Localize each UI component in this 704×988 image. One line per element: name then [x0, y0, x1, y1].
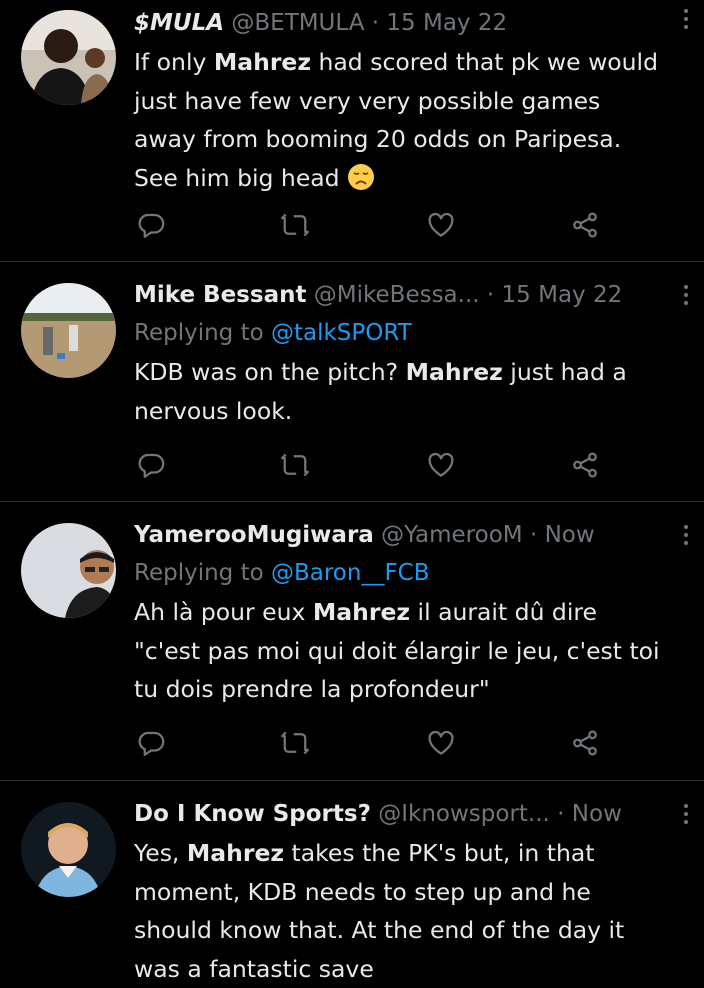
timestamp[interactable]: 15 May 22 [386, 10, 507, 36]
share-icon[interactable] [570, 450, 602, 482]
tweet-text: KDB was on the pitch? Mahrez just had a … [134, 353, 664, 430]
separator-dot: · [557, 801, 565, 827]
more-icon[interactable] [682, 282, 690, 310]
tweet-actions [134, 210, 604, 242]
text-bold-segment: Mahrez [405, 358, 503, 386]
tweet[interactable]: Mike Bessant @MikeBessa... · 15 May 22 R… [0, 262, 704, 502]
avatar[interactable] [21, 283, 116, 378]
replying-to: Replying to @Baron__FCB [134, 554, 664, 592]
tweet-text: If only Mahrez had scored that pk we wou… [134, 43, 664, 197]
text-bold-segment: Mahrez [186, 839, 285, 867]
share-icon[interactable] [570, 728, 602, 760]
separator-dot: · [486, 282, 495, 308]
more-icon[interactable] [682, 801, 690, 829]
more-icon[interactable] [682, 522, 690, 550]
display-name[interactable]: Do I Know Sports? [134, 801, 371, 827]
tweet[interactable]: Do I Know Sports? @Iknowsport... · Now Y… [0, 781, 704, 983]
text-segment: If only [134, 48, 214, 76]
more-icon[interactable] [682, 6, 690, 34]
user-handle[interactable]: @BETMULA [231, 10, 364, 36]
tweet-actions [134, 728, 604, 760]
separator-dot: · [529, 522, 538, 548]
separator-dot: · [371, 10, 380, 36]
tweet-text: Ah là pour eux Mahrez il aurait dû dire … [134, 593, 664, 709]
text-bold-segment: Mahrez [312, 598, 411, 626]
user-handle[interactable]: @YamerooM [381, 522, 522, 548]
like-icon[interactable] [426, 728, 458, 760]
display-name[interactable]: YamerooMugiwara [134, 522, 374, 548]
replying-to-link[interactable]: @talkSPORT [271, 320, 412, 346]
timestamp[interactable]: 15 May 22 [502, 282, 623, 308]
reply-icon[interactable] [136, 210, 168, 242]
like-icon[interactable] [426, 450, 458, 482]
reply-icon[interactable] [136, 728, 168, 760]
text-bold-segment: Mahrez [213, 48, 312, 76]
text-segment: Yes, [134, 839, 187, 867]
like-icon[interactable] [426, 210, 458, 242]
text-segment: KDB was on the pitch? [134, 358, 406, 386]
avatar[interactable] [21, 10, 116, 105]
user-handle[interactable]: @Iknowsport... [378, 801, 550, 827]
replying-label: Replying to [134, 320, 271, 346]
text-segment: Ah là pour eux [134, 598, 313, 626]
replying-label: Replying to [134, 560, 271, 586]
tweet[interactable]: YamerooMugiwara @YamerooM · Now Replying… [0, 502, 704, 781]
retweet-icon[interactable] [280, 210, 312, 242]
tweet-text: Yes, Mahrez takes the PK's but, in that … [134, 834, 664, 988]
avatar[interactable] [21, 523, 116, 618]
avatar[interactable] [21, 802, 116, 897]
replying-to: Replying to @talkSPORT [134, 314, 664, 352]
display-name[interactable]: $MULA [134, 10, 224, 36]
retweet-icon[interactable] [280, 728, 312, 760]
replying-to-link[interactable]: @Baron__FCB [271, 560, 430, 586]
tweet-header: $MULA @BETMULA · 15 May 22 [134, 4, 664, 42]
reply-icon[interactable] [136, 450, 168, 482]
tweet-header: Do I Know Sports? @Iknowsport... · Now [134, 795, 664, 833]
display-name[interactable]: Mike Bessant [134, 282, 306, 308]
timestamp[interactable]: Now [545, 522, 595, 548]
user-handle[interactable]: @MikeBessa... [314, 282, 480, 308]
disappointed-face-emoji [347, 163, 375, 191]
timestamp[interactable]: Now [572, 801, 622, 827]
retweet-icon[interactable] [280, 450, 312, 482]
share-icon[interactable] [570, 210, 602, 242]
tweet-header: YamerooMugiwara @YamerooM · Now [134, 516, 664, 554]
tweet[interactable]: $MULA @BETMULA · 15 May 22 If only Mahre… [0, 0, 704, 262]
tweet-header: Mike Bessant @MikeBessa... · 15 May 22 [134, 276, 664, 314]
tweet-actions [134, 450, 604, 482]
